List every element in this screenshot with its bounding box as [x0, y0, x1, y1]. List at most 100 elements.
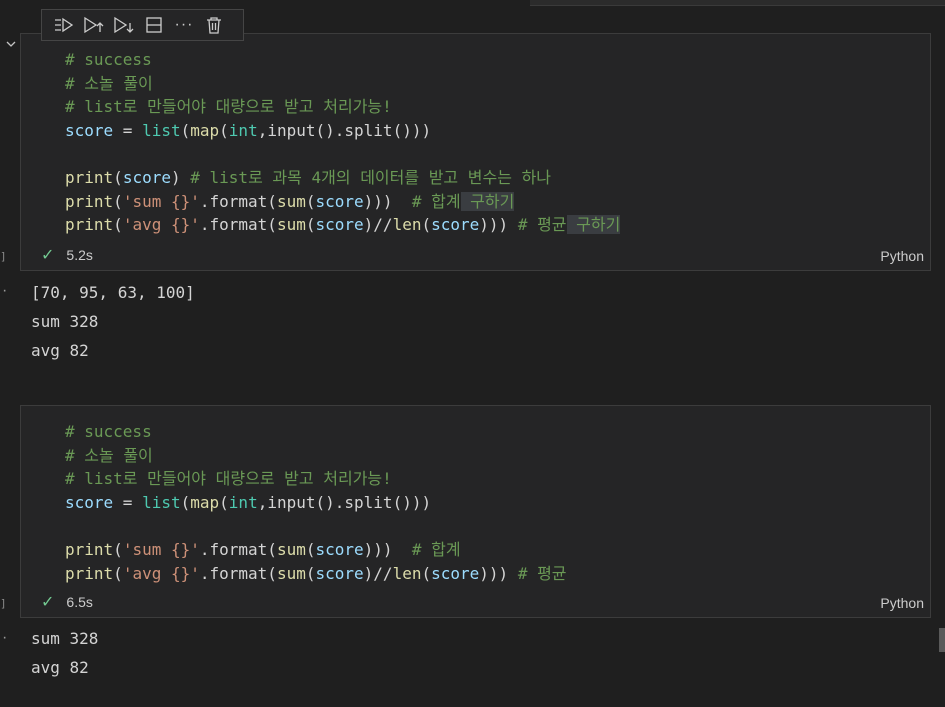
token: score [65, 492, 114, 512]
output-dot-icon[interactable]: · [2, 629, 10, 647]
more-glyph: ··· [174, 16, 194, 33]
execute-above-icon[interactable] [49, 10, 79, 40]
cell-language[interactable]: Python [880, 248, 924, 264]
token: map [190, 492, 220, 512]
comment: # success [65, 422, 152, 441]
token: print [65, 215, 114, 235]
split-cell-icon[interactable] [139, 10, 169, 40]
token: ( [421, 215, 432, 235]
comment: # 소놀 풀이 [65, 445, 153, 465]
token: ( [180, 492, 191, 512]
token: .format( [199, 191, 277, 211]
code-line: score = list(map(int,input().split())) [65, 491, 567, 515]
token: ,input().split())) [257, 492, 432, 512]
editor-top-strip [530, 0, 945, 6]
token: list [142, 120, 181, 140]
comment: # 합계 [411, 191, 461, 211]
code-line: print('avg {}'.format(sum(score)//len(sc… [65, 562, 567, 586]
delete-icon[interactable] [199, 10, 229, 40]
token: print [65, 167, 114, 187]
more-icon[interactable]: ··· [169, 10, 199, 40]
execution-time: 5.2s [66, 247, 93, 263]
comment: # success [65, 50, 152, 69]
execution-bracket: ] [0, 250, 7, 263]
token: )// [363, 563, 393, 583]
token: len [392, 563, 422, 583]
output-dot-icon[interactable]: · [2, 282, 10, 300]
token: ( [113, 167, 123, 187]
collapse-chevron-icon[interactable] [4, 38, 18, 52]
code-line: # 소놀 풀이 [65, 444, 567, 468]
comment: # list로 만들어야 대량으로 받고 처리가능! [65, 97, 392, 117]
token: ( [113, 539, 123, 559]
token: .format( [199, 539, 277, 559]
token: score [315, 539, 364, 559]
token: .format( [199, 563, 277, 583]
token: ))) [363, 191, 412, 211]
cell-output-1: [70, 95, 63, 100] sum 328 avg 82 [31, 278, 195, 365]
code-cell-1[interactable]: # success # 소놀 풀이 # list로 만들어야 대량으로 받고 처리가… [20, 33, 931, 271]
cell-status: ✓ 5.2s [41, 245, 93, 265]
code-editor-1[interactable]: # success # 소놀 풀이 # list로 만들어야 대량으로 받고 처리가… [65, 48, 621, 237]
code-cell-2[interactable]: # success # 소놀 풀이 # list로 만들어야 대량으로 받고 처리가… [20, 405, 931, 618]
code-line: # success [65, 48, 620, 72]
output-line: avg 82 [31, 341, 89, 360]
run-below-icon[interactable] [109, 10, 139, 40]
output-line: sum 328 [31, 312, 99, 331]
token: ( [180, 120, 191, 140]
token: ,input().split())) [257, 120, 432, 140]
code-line: # 소놀 풀이 [65, 72, 620, 96]
token: .format( [199, 215, 277, 235]
success-check-icon: ✓ [41, 247, 55, 264]
cell-toolbar: ··· [41, 9, 244, 41]
code-line: print('avg {}'.format(sum(score)//len(sc… [65, 213, 621, 237]
token: = [113, 492, 143, 512]
execution-time: 6.5s [66, 594, 93, 610]
run-above-icon[interactable] [79, 10, 109, 40]
comment: # 평균 [517, 563, 567, 583]
code-line: print(score) # list로 과목 4개의 데이터를 받고 변수는 … [65, 166, 620, 190]
comment: # list로 과목 4개의 데이터를 받고 변수는 하나 [190, 167, 552, 187]
token: sum [276, 539, 306, 559]
cell-status: ✓ 6.5s [41, 592, 93, 612]
scrollbar-thumb[interactable] [939, 628, 945, 652]
token: score [315, 563, 364, 583]
execution-bracket: ] [0, 597, 7, 610]
comment: # 합계 [411, 539, 461, 559]
comment: # 소놀 풀이 [65, 73, 153, 93]
token: ))) [363, 539, 412, 559]
token: ( [113, 563, 123, 583]
output-line: sum 328 [31, 629, 99, 648]
token: sum [276, 191, 306, 211]
token: 'sum {}' [122, 191, 200, 211]
token: score [315, 191, 364, 211]
cell-language[interactable]: Python [880, 595, 924, 611]
token: sum [276, 215, 306, 235]
token: score [65, 120, 114, 140]
code-line: # list로 만들어야 대량으로 받고 처리가능! [65, 95, 620, 119]
token: int [228, 120, 258, 140]
token: map [190, 120, 220, 140]
output-line: [70, 95, 63, 100] [31, 283, 195, 302]
token: print [65, 539, 114, 559]
token: score [315, 215, 364, 235]
token: int [228, 492, 258, 512]
token: score [431, 215, 480, 235]
code-line: print('sum {}'.format(sum(score))) # 합계 … [65, 190, 620, 214]
token: ( [219, 492, 229, 512]
cell-output-2: sum 328 avg 82 [31, 624, 98, 682]
token: ( [113, 215, 123, 235]
token: print [65, 191, 114, 211]
comment: # list로 만들어야 대량으로 받고 처리가능! [65, 469, 392, 489]
token: ( [421, 563, 432, 583]
output-line: avg 82 [31, 658, 89, 677]
code-line: print('sum {}'.format(sum(score))) # 합계 [65, 538, 567, 562]
token: )// [363, 215, 393, 235]
code-editor-2[interactable]: # success # 소놀 풀이 # list로 만들어야 대량으로 받고 처리가… [65, 420, 567, 585]
token: 'avg {}' [122, 215, 200, 235]
token: ) [170, 167, 181, 187]
token: = [113, 120, 143, 140]
